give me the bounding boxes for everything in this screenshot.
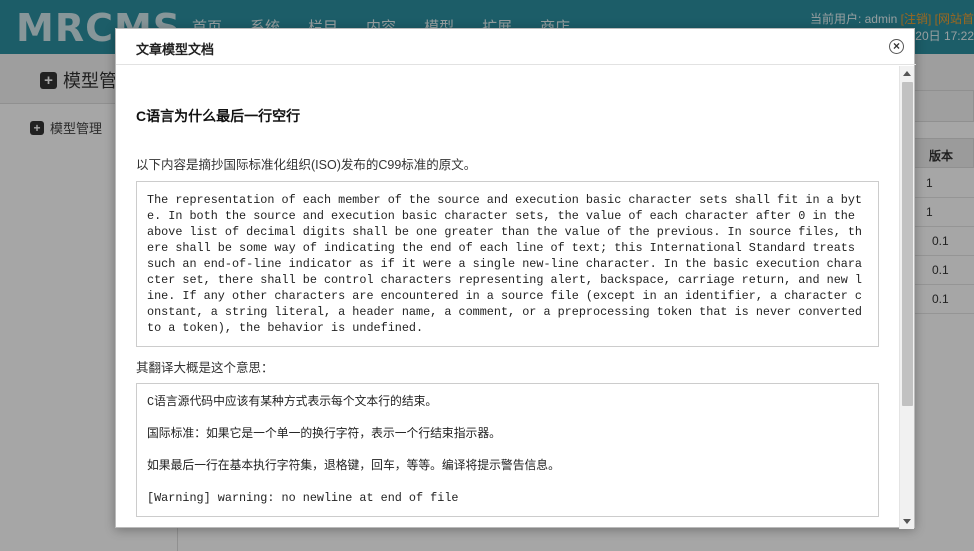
translation-block: C语言源代码中应该有某种方式表示每个文本行的结束。 国际标准：如果它是一个单一的… bbox=[136, 383, 879, 517]
translation-line: 如果最后一行在基本执行字符集，退格键，回车，等等。编译将提示警告信息。 bbox=[147, 459, 560, 473]
scroll-up-arrow-icon[interactable] bbox=[903, 71, 911, 76]
modal-title: 文章模型文档 bbox=[136, 42, 215, 57]
modal-header: 文章模型文档 × bbox=[116, 29, 916, 65]
modal-scrollbar[interactable] bbox=[899, 66, 914, 529]
translation-line: [Warning] warning: no newline at end of … bbox=[147, 491, 459, 505]
article-title: C语言为什么最后一行空行 bbox=[136, 108, 301, 124]
quote-block: The representation of each member of the… bbox=[136, 181, 879, 347]
document-modal: 文章模型文档 × C语言为什么最后一行空行 以下内容是摘抄国际标准化组织(ISO… bbox=[115, 28, 916, 529]
close-icon[interactable]: × bbox=[889, 39, 904, 54]
translation-line: 国际标准：如果它是一个单一的换行字符，表示一个行结束指示器。 bbox=[147, 427, 501, 441]
translation-label: 其翻译大概是这个意思： bbox=[136, 361, 274, 375]
scroll-down-arrow-icon[interactable] bbox=[903, 519, 911, 524]
translation-line: C语言源代码中应该有某种方式表示每个文本行的结束。 bbox=[147, 395, 438, 409]
modal-content: C语言为什么最后一行空行 以下内容是摘抄国际标准化组织(ISO)发布的C99标准… bbox=[116, 66, 901, 529]
intro-text: 以下内容是摘抄国际标准化组织(ISO)发布的C99标准的原文。 bbox=[136, 158, 477, 172]
scrollbar-thumb[interactable] bbox=[902, 82, 913, 406]
